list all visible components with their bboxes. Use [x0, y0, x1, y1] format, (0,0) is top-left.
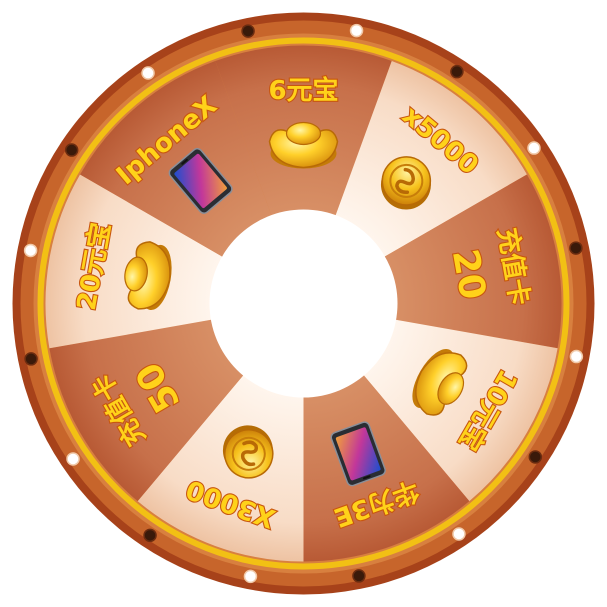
rim-light-white: [527, 141, 541, 155]
rim-light-dark: [569, 241, 583, 255]
rim-light-white: [23, 243, 38, 258]
rim-light-dark: [64, 143, 79, 157]
rim-light-white: [452, 527, 466, 541]
rim-light-dark: [24, 352, 38, 366]
rim-light-dark: [450, 64, 464, 79]
prize-label: 6元宝: [268, 75, 338, 106]
rim-light-white: [569, 349, 584, 364]
rim-light-dark: [143, 528, 157, 543]
rim-light-white: [349, 23, 364, 38]
prize-wheel[interactable]: 6元宝x5000充值卡2010元宝华为3EX3000充值卡5020元宝Iphon…: [0, 0, 607, 607]
rim-light-dark: [528, 450, 543, 464]
gold-ingot-icon: [268, 121, 339, 169]
rim-light-dark: [241, 24, 255, 38]
rim-light-white: [243, 569, 258, 584]
prize-value: 20: [444, 246, 493, 302]
rim-light-white: [141, 66, 155, 80]
center-hub[interactable]: [209, 209, 398, 398]
rim-light-dark: [352, 569, 366, 583]
rim-light-white: [66, 452, 80, 466]
